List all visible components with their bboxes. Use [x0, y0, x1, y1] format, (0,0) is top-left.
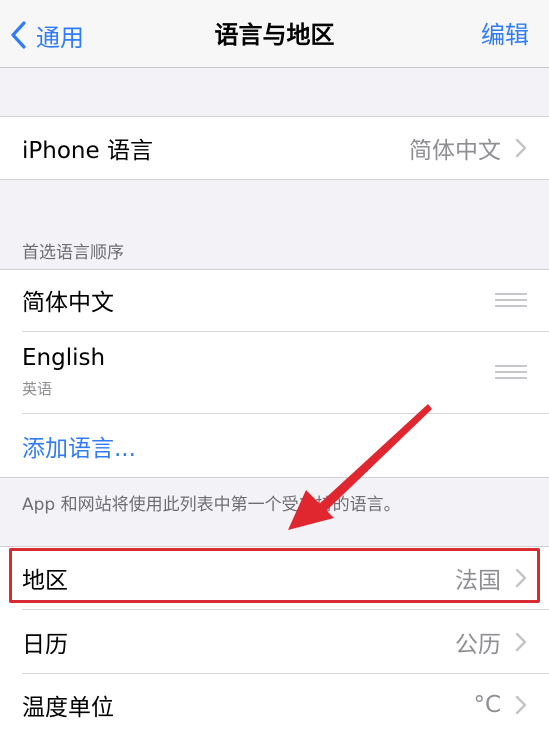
language-item-simplified-chinese[interactable]: 简体中文	[0, 269, 549, 331]
page-title: 语言与地区	[214, 21, 335, 49]
calendar-value: 公历	[455, 631, 501, 658]
preferred-languages-group: 简体中文 English 英语 添加语言...	[0, 269, 549, 478]
chevron-right-icon	[515, 632, 527, 651]
group-bottom-border	[0, 179, 549, 180]
calendar-row[interactable]: 日历 公历	[0, 610, 549, 673]
add-language-row[interactable]: 添加语言...	[0, 414, 549, 478]
edit-button[interactable]: 编辑	[481, 18, 529, 52]
temperature-unit-value: °C	[473, 691, 501, 718]
chevron-right-icon	[515, 695, 527, 714]
preferred-languages-header: 首选语言顺序	[22, 243, 124, 263]
temperature-unit-row[interactable]: 温度单位 °C	[0, 674, 549, 735]
iphone-language-group: iPhone 语言 简体中文	[0, 116, 549, 180]
add-language-button[interactable]: 添加语言...	[22, 429, 136, 463]
language-subtitle: 英语	[22, 380, 53, 398]
group-bottom-border	[0, 477, 549, 478]
chevron-right-icon	[515, 138, 527, 158]
region-highlight-box	[9, 548, 540, 603]
language-name: 简体中文	[22, 290, 114, 316]
language-item-english[interactable]: English 英语	[0, 332, 549, 412]
reorder-handle-icon[interactable]	[495, 293, 527, 311]
iphone-language-value: 简体中文	[409, 138, 501, 164]
calendar-label: 日历	[22, 631, 68, 658]
temperature-unit-label: 温度单位	[22, 694, 114, 721]
iphone-language-label: iPhone 语言	[22, 138, 153, 164]
preferred-languages-footer: App 和网站将使用此列表中第一个受支持的语言。	[22, 495, 401, 515]
language-name: English	[22, 345, 106, 371]
reorder-handle-icon[interactable]	[495, 365, 527, 383]
iphone-language-row[interactable]: iPhone 语言 简体中文	[0, 116, 549, 180]
navigation-bar: 通用 语言与地区 编辑	[0, 0, 549, 68]
